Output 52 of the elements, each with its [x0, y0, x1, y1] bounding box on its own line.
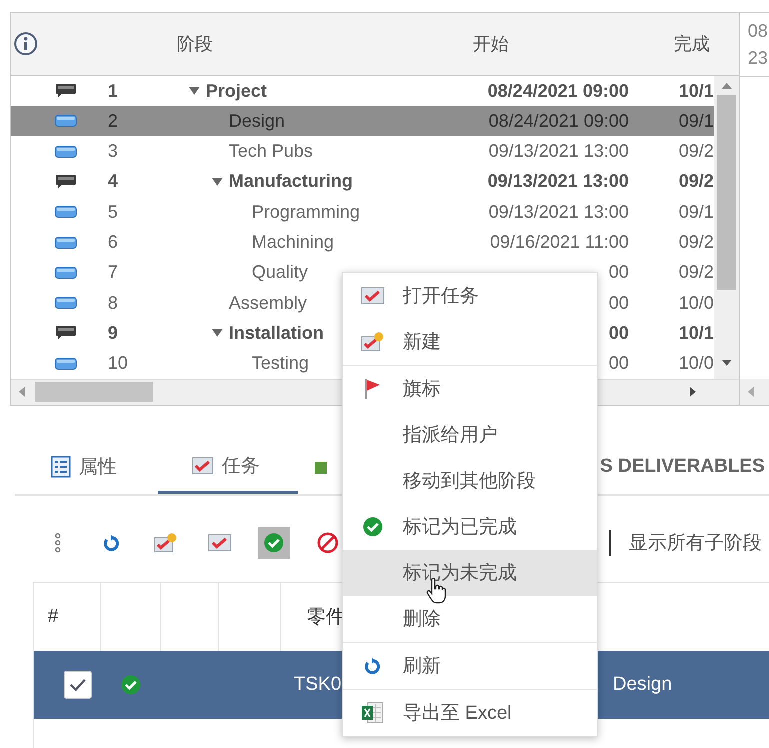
- start-date: 00: [608, 292, 629, 313]
- start-date: 09/13/2021 13:00: [488, 171, 629, 192]
- row-number: 6: [108, 232, 118, 252]
- finish-date: 09/2: [679, 262, 714, 282]
- task-name: Design: [613, 674, 672, 696]
- stage-name: Quality: [252, 262, 308, 284]
- stage-name: Machining: [252, 232, 334, 254]
- start-date: 09/13/2021 13:00: [488, 202, 629, 222]
- stage-name: Assembly: [229, 292, 308, 314]
- finish-date: 10/1: [679, 80, 714, 101]
- start-date: 00: [608, 322, 629, 343]
- finish-date: 10/1: [679, 322, 714, 343]
- start-date: 09/13/2021 13:00: [488, 141, 629, 162]
- row-number: 4: [108, 171, 118, 192]
- start-date: 09/16/2021 11:00: [490, 232, 629, 252]
- start-date: 00: [608, 353, 629, 374]
- timeline-date: 23: [748, 48, 769, 68]
- column-header: 完成: [674, 32, 710, 56]
- start-date: 08/24/2021 09:00: [488, 110, 629, 131]
- row-number: 1: [108, 80, 118, 101]
- timeline-date: 08: [748, 20, 769, 42]
- stage-name: Testing: [252, 353, 310, 374]
- stage-name: Project: [206, 80, 268, 102]
- row-number: 7: [108, 262, 118, 282]
- stage-name: Installation: [229, 322, 324, 344]
- row-number: 2: [108, 110, 118, 131]
- stage-name: Design: [229, 110, 286, 132]
- column-header: 阶段: [177, 32, 213, 56]
- stage-name: Manufacturing: [229, 171, 353, 192]
- row-number: 10: [108, 353, 128, 374]
- finish-date: 10/0: [679, 292, 714, 313]
- task-id: TSK0: [294, 674, 342, 696]
- column-header: #: [48, 606, 59, 628]
- finish-date: 09/2: [679, 141, 714, 162]
- finish-date: 10/0: [679, 353, 714, 374]
- stage-name: Tech Pubs: [229, 141, 314, 162]
- show-all-substages-label: 显示所有子阶段: [629, 532, 762, 556]
- tab-label: S DELIVERABLES: [600, 456, 765, 478]
- start-date: 00: [608, 262, 629, 282]
- row-number: 9: [108, 322, 118, 343]
- stage-name: Programming: [252, 202, 360, 223]
- finish-date: 09/2: [679, 171, 714, 192]
- row-number: 5: [108, 202, 118, 222]
- column-header: 开始: [473, 32, 509, 56]
- start-date: 08/24/2021 09:00: [488, 80, 629, 101]
- finish-date: 09/1: [679, 202, 714, 222]
- finish-date: 09/1: [679, 110, 714, 131]
- tab-label: 属性: [79, 456, 117, 480]
- row-number: 8: [108, 292, 118, 313]
- row-number: 3: [108, 141, 118, 162]
- finish-date: 09/2: [679, 232, 714, 252]
- tab-label: 任务: [222, 454, 260, 478]
